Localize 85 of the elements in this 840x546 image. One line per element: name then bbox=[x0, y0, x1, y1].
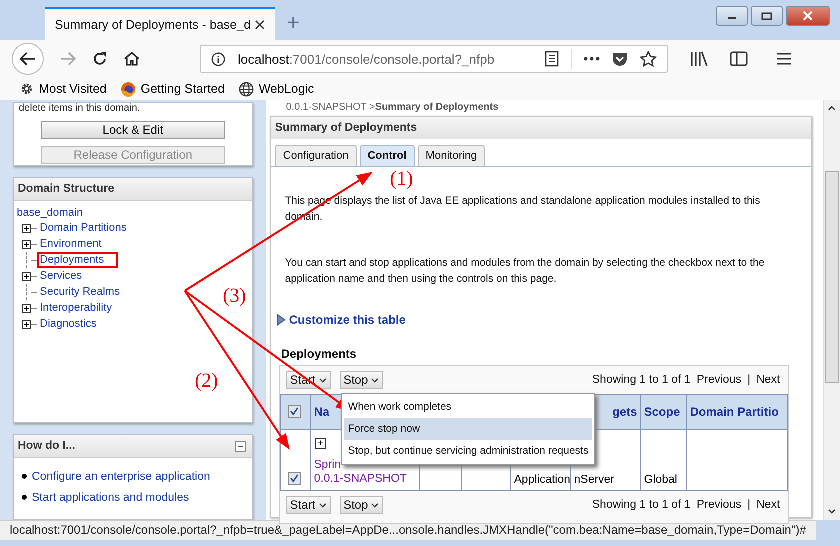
table-cell: Global bbox=[640, 430, 687, 490]
bookmark[interactable]: Most Visited bbox=[20, 82, 107, 96]
paging-text: Showing 1 to 1 of 1 bbox=[592, 499, 691, 511]
annotation-label: (2) bbox=[195, 370, 218, 393]
arrow-left-icon bbox=[20, 52, 36, 66]
tree-root-link[interactable]: base_domain bbox=[17, 207, 252, 219]
table-title: Deployments bbox=[281, 347, 358, 361]
scroll-down-icon[interactable] bbox=[828, 509, 836, 514]
expand-icon[interactable] bbox=[22, 224, 31, 232]
tree-link[interactable]: Diagnostics bbox=[37, 316, 100, 332]
checkbox[interactable] bbox=[288, 405, 302, 418]
browser-tab[interactable]: Summary of Deployments - base_d bbox=[45, 7, 275, 40]
dropdown-button[interactable]: Start bbox=[286, 496, 331, 514]
address-bar[interactable]: localhost:7001/console/console.portal?_nfpb bbox=[200, 45, 668, 73]
star-icon[interactable] bbox=[640, 51, 657, 67]
menu-icon[interactable] bbox=[776, 52, 792, 66]
next-link[interactable]: Next bbox=[756, 374, 780, 386]
tree-link[interactable]: Environment bbox=[37, 236, 105, 252]
fox-globe-icon bbox=[120, 82, 136, 96]
console-button[interactable]: Lock & Edit bbox=[41, 121, 226, 139]
chevron-icon bbox=[318, 502, 327, 508]
expand-icon[interactable] bbox=[22, 240, 31, 248]
annotation-label: (3) bbox=[223, 285, 246, 308]
tree-link[interactable]: Domain Partitions bbox=[37, 220, 130, 236]
tree-link[interactable]: Interoperability bbox=[37, 300, 116, 316]
maximize-button[interactable] bbox=[751, 6, 783, 26]
change-center-text: delete items in this domain. bbox=[18, 103, 140, 114]
deployment-link[interactable]: 0.0.1-SNAPSHOT bbox=[314, 472, 416, 486]
chevron-icon bbox=[371, 378, 380, 382]
back-button[interactable] bbox=[12, 43, 44, 75]
expand-button[interactable]: + bbox=[315, 438, 326, 449]
pocket-icon[interactable] bbox=[612, 52, 628, 66]
url-text: localhost:7001/console/console.portal?_nfpb bbox=[238, 52, 496, 66]
separator-text: | bbox=[748, 374, 751, 386]
close-icon[interactable] bbox=[255, 20, 265, 30]
minimize-button[interactable] bbox=[716, 6, 748, 26]
expand-triangle-icon[interactable] bbox=[277, 314, 286, 326]
next-link[interactable]: Next bbox=[756, 499, 780, 511]
separator-text: | bbox=[748, 499, 751, 511]
panel-title: Summary of Deployments bbox=[271, 117, 812, 139]
tab[interactable]: Monitoring bbox=[418, 145, 486, 166]
chevron-icon bbox=[318, 378, 327, 382]
info-icon[interactable] bbox=[211, 52, 226, 66]
close-icon bbox=[802, 11, 814, 21]
home-icon[interactable] bbox=[124, 51, 140, 67]
globe-icon bbox=[238, 82, 254, 96]
bookmark[interactable]: WebLogic bbox=[238, 82, 314, 96]
close-window-button[interactable] bbox=[786, 6, 830, 26]
previous-link[interactable]: Previous bbox=[696, 499, 742, 511]
tab[interactable]: Control bbox=[360, 145, 415, 166]
paging-text: Showing 1 to 1 of 1 bbox=[592, 374, 691, 386]
menu-item[interactable]: Force stop now bbox=[344, 418, 592, 440]
reader-view-icon[interactable] bbox=[545, 51, 559, 67]
tree-link[interactable]: Deployments bbox=[37, 252, 118, 268]
panel-title: Domain Structure bbox=[14, 178, 252, 201]
scroll-up-icon[interactable] bbox=[828, 106, 836, 111]
reload-icon[interactable] bbox=[92, 51, 108, 67]
checkbox[interactable] bbox=[288, 472, 302, 485]
breadcrumb: 0.0.1-SNAPSHOT >Summary of Deployments bbox=[285, 101, 500, 115]
dropdown-button[interactable]: Stop bbox=[340, 496, 384, 514]
previous-link[interactable]: Previous bbox=[696, 374, 742, 386]
bookmark[interactable]: Getting Started bbox=[120, 82, 225, 96]
tree-link[interactable]: Services bbox=[37, 268, 86, 284]
sidebar-icon[interactable] bbox=[730, 51, 748, 67]
header-cell: Domain Partitio bbox=[686, 394, 788, 430]
expand-icon[interactable] bbox=[22, 272, 31, 280]
tree-link[interactable]: Security Realms bbox=[37, 284, 124, 300]
more-icon[interactable] bbox=[584, 57, 600, 61]
scrollbar[interactable] bbox=[823, 100, 840, 520]
annotation-label: (1) bbox=[390, 168, 414, 191]
header-cell: Scope bbox=[640, 394, 687, 430]
tab[interactable]: Configuration bbox=[275, 145, 357, 166]
maximize-icon bbox=[761, 12, 773, 20]
expand-icon[interactable] bbox=[22, 320, 31, 328]
collapse-icon[interactable] bbox=[235, 440, 246, 452]
chevron-icon bbox=[371, 502, 380, 508]
customize-table-link[interactable]: Customize this table bbox=[289, 313, 406, 327]
panel-title: How do I... bbox=[18, 440, 76, 452]
expand-icon[interactable] bbox=[22, 304, 31, 312]
help-link[interactable]: Configure an enterprise application bbox=[32, 470, 210, 482]
gear-icon bbox=[20, 82, 34, 96]
dropdown-button[interactable]: Stop bbox=[340, 371, 384, 389]
library-icon[interactable] bbox=[690, 51, 708, 67]
help-link[interactable]: Start applications and modules bbox=[32, 492, 190, 504]
description-text: You can start and stop applications and modules from the domain by selecting the checkbox next to the application name and then using the controls on this page. bbox=[285, 256, 766, 287]
